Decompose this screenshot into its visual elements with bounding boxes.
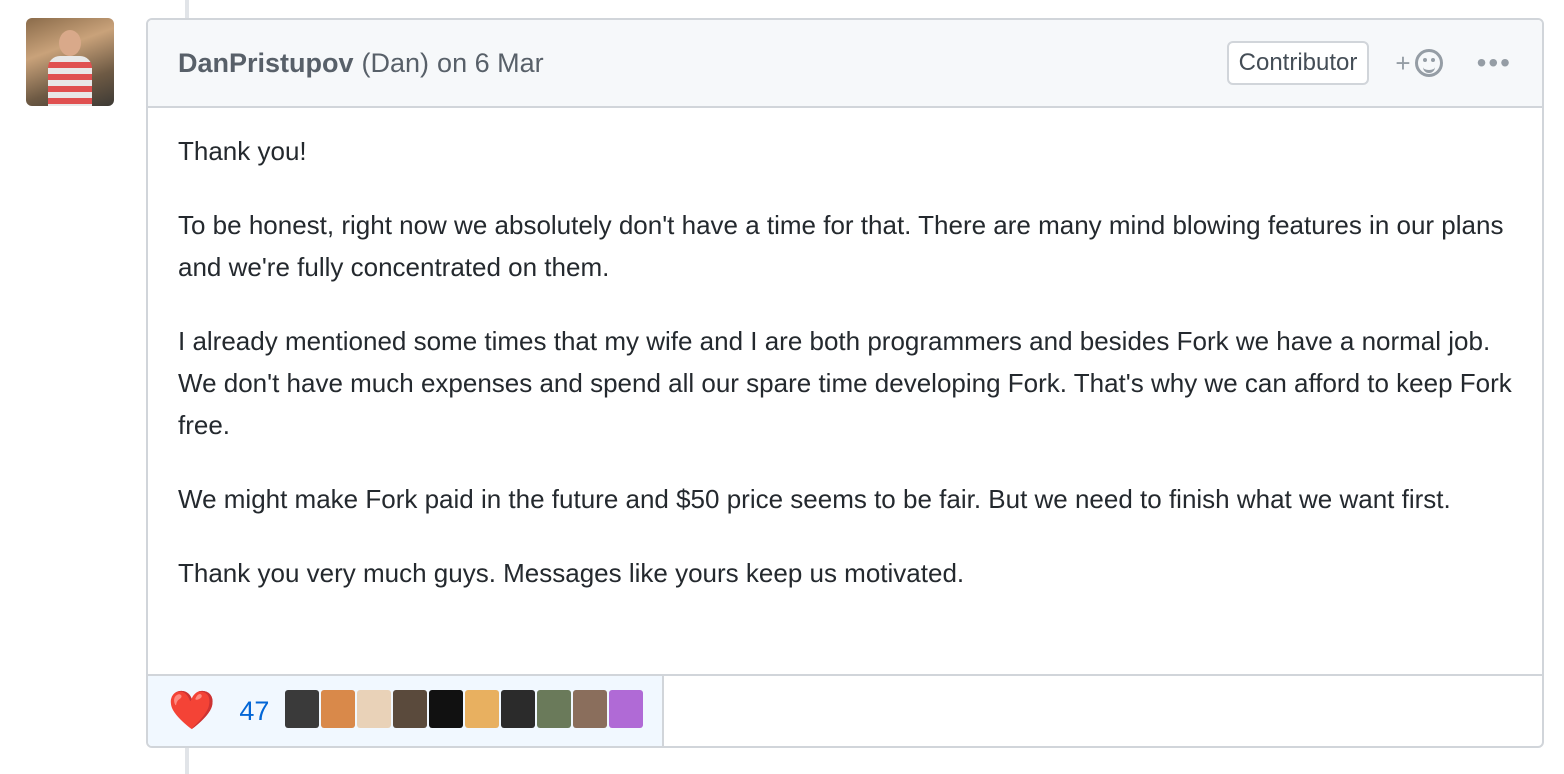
reactor-avatar[interactable]	[429, 689, 464, 728]
comment-body: Thank you! To be honest, right now we ab…	[148, 108, 1542, 674]
reactor-avatar[interactable]	[573, 689, 608, 728]
comment-header: DanPristupov (Dan) on 6 Mar Contributor …	[148, 20, 1542, 108]
author-link[interactable]: DanPristupov	[178, 48, 354, 79]
reactor-avatar[interactable]	[393, 689, 428, 728]
comment-paragraph: I already mentioned some times that my w…	[178, 326, 1512, 440]
comment-box: DanPristupov (Dan) on 6 Mar Contributor …	[146, 18, 1544, 748]
reaction-count: 47	[239, 695, 270, 726]
contributor-badge: Contributor	[1226, 41, 1370, 85]
more-options-icon[interactable]: •••	[1477, 47, 1512, 79]
author-avatar[interactable]	[26, 18, 114, 106]
avatar-head	[59, 30, 81, 56]
comment-paragraph: Thank you very much guys. Messages like …	[178, 558, 965, 588]
reactor-avatar[interactable]	[501, 689, 536, 728]
comment-paragraph: We might make Fork paid in the future an…	[178, 484, 1451, 514]
heart-reaction-button[interactable]: ❤️ 47	[148, 674, 664, 746]
header-actions: Contributor + •••	[1226, 41, 1512, 85]
comment-paragraph: Thank you!	[178, 136, 307, 166]
smiley-icon	[1414, 49, 1443, 77]
reactor-avatar[interactable]	[321, 689, 356, 728]
reactor-avatar[interactable]	[537, 689, 572, 728]
reactor-avatar[interactable]	[465, 689, 500, 728]
add-reaction-button[interactable]: +	[1395, 47, 1443, 79]
reactor-avatar[interactable]	[285, 689, 320, 728]
heart-icon: ❤️	[168, 690, 216, 732]
reactions-divider	[664, 674, 1542, 676]
author-fullname: (Dan)	[361, 47, 430, 78]
reactor-avatar[interactable]	[357, 689, 392, 728]
comment-paragraph: To be honest, right now we absolutely do…	[178, 210, 1504, 282]
reactor-avatars	[285, 689, 645, 733]
comment-date-link[interactable]: on 6 Mar	[437, 48, 544, 79]
avatar-body	[48, 56, 92, 106]
plus-label: +	[1395, 47, 1411, 78]
reactor-avatar[interactable]	[609, 689, 644, 728]
